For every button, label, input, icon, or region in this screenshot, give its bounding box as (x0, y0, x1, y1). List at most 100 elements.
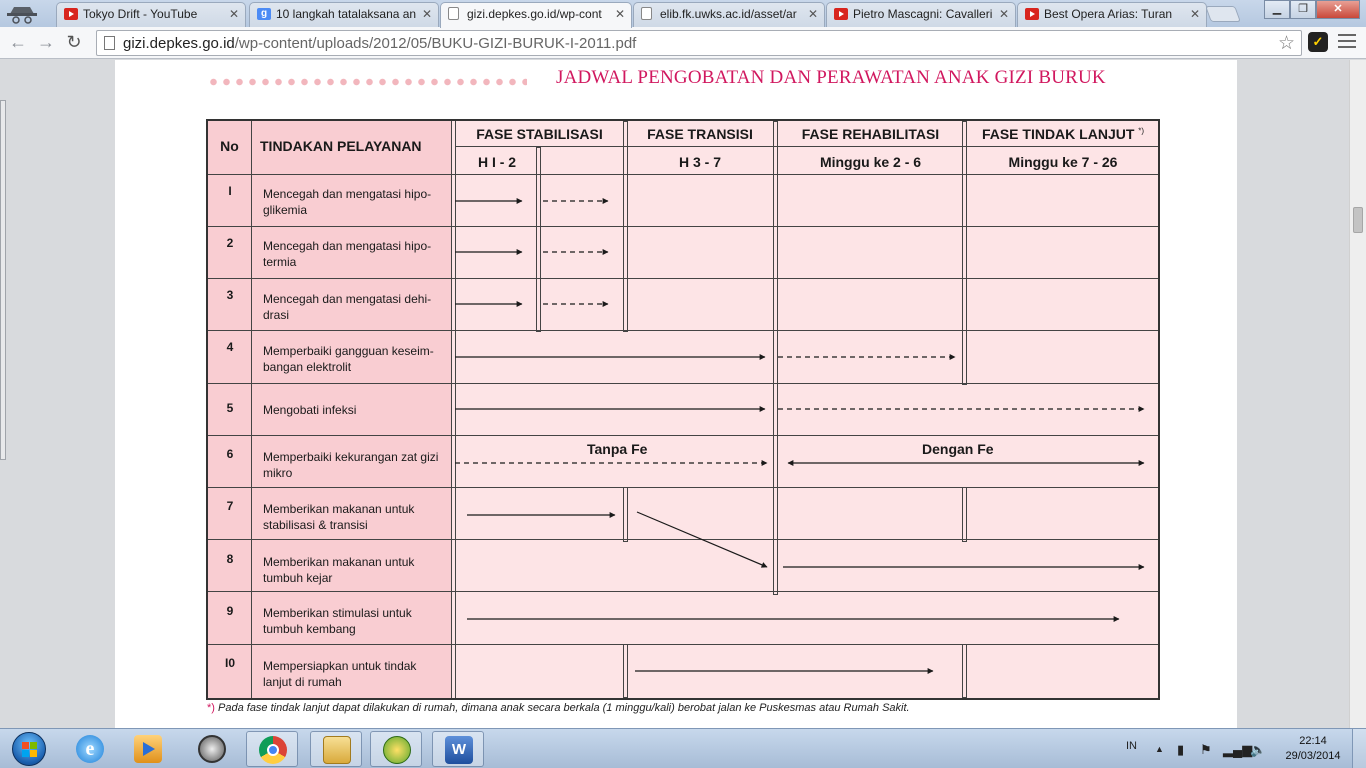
action-line: Mencegah dan mengatasi hipo- (263, 239, 432, 253)
restore-button[interactable]: ❐ (1290, 0, 1316, 19)
row-number: 7 (226, 499, 234, 513)
grid-line (455, 146, 1158, 147)
action-line: Memberikan stimulasi untuk (263, 606, 412, 620)
usb-device-icon[interactable]: ▮ (1177, 742, 1184, 758)
row-action: Memberikan makanan untuk tumbuh kejar (263, 554, 449, 586)
table-footnote: *) Pada fase tindak lanjut dapat dilakuk… (207, 702, 910, 714)
action-line: Mengobati infeksi (263, 403, 357, 417)
url-text[interactable]: gizi.depkes.go.id/wp-content/uploads/201… (123, 35, 636, 52)
period-rehabilitasi: Minggu ke 2 - 6 (819, 154, 922, 170)
extension-icon[interactable]: ✓ (1308, 32, 1328, 52)
tab-best-opera-arias[interactable]: Best Opera Arias: Turan ✕ (1017, 2, 1207, 27)
forward-arrow-icon[interactable]: → (34, 31, 58, 55)
vertical-scrollbar[interactable] (1349, 60, 1366, 728)
row-action: Mencegah dan mengatasi hipo-glikemia (263, 186, 449, 218)
taskbar-internet-explorer[interactable]: e (64, 731, 116, 767)
volume-icon[interactable]: 🔈 (1250, 742, 1266, 758)
minimize-button[interactable]: ▁ (1264, 0, 1290, 19)
viewer-side-edge (0, 100, 6, 460)
show-hidden-icons-icon[interactable]: ▲ (1155, 744, 1164, 754)
tab-label: 10 langkah tatalaksana an (276, 7, 417, 21)
taskbar-network-app[interactable] (370, 731, 422, 767)
show-desktop-button[interactable] (1352, 729, 1366, 768)
address-bar[interactable]: gizi.depkes.go.id/wp-content/uploads/201… (96, 30, 1302, 56)
system-clock[interactable]: 22:14 29/03/2014 (1283, 734, 1343, 764)
period-tindak-lanjut: Minggu ke 7 - 26 (1008, 154, 1118, 170)
row-action: Memperbaiki gangguan keseim-bangan elekt… (263, 343, 449, 375)
clock-time: 22:14 (1299, 735, 1327, 747)
pdf-page: JADWAL PENGOBATAN DAN PERAWATAN ANAK GIZ… (115, 60, 1237, 728)
tab-youtube-tokyo-drift[interactable]: Tokyo Drift - YouTube ✕ (56, 2, 246, 27)
taskbar-chrome[interactable] (246, 731, 298, 767)
phase-name: FASE TINDAK LANJUT (981, 126, 1135, 142)
action-line: termia (263, 255, 297, 269)
youtube-icon (64, 8, 78, 20)
tab-label: gizi.depkes.go.id/wp-cont (467, 7, 602, 21)
start-button[interactable] (4, 730, 54, 768)
scrollbar-thumb[interactable] (1353, 207, 1363, 233)
taskbar-media-player[interactable] (122, 731, 174, 767)
row-action: Memperbaiki kekurangan zat gizi mikro (263, 449, 449, 481)
google-icon: g (257, 8, 271, 20)
grid-line (208, 278, 1158, 279)
action-line: lanjut di rumah (263, 675, 342, 689)
grid-line (451, 121, 452, 698)
internet-explorer-icon: e (76, 735, 104, 763)
youtube-icon (1025, 8, 1039, 20)
grid-line (251, 121, 252, 698)
clock-date: 29/03/2014 (1285, 750, 1341, 762)
grid-line (208, 174, 1158, 175)
grid-line (455, 121, 456, 698)
taskbar-file-explorer[interactable] (310, 731, 362, 767)
action-line: drasi (263, 308, 290, 322)
close-tab-icon[interactable]: ✕ (1190, 3, 1200, 25)
grid-line (208, 330, 1158, 331)
url-path: /wp-content/uploads/2012/05/BUKU-GIZI-BU… (234, 35, 637, 52)
row-action: Mencegah dan mengatasi hipo-termia (263, 238, 449, 270)
language-indicator[interactable]: IN (1126, 740, 1137, 752)
tab-10-langkah[interactable]: g 10 langkah tatalaksana an ✕ (249, 2, 439, 27)
footnote-text: Pada fase tindak lanjut dapat dilakukan … (218, 702, 910, 714)
incognito-icon (7, 7, 37, 24)
taskbar-word[interactable]: W (432, 731, 484, 767)
windows-taskbar: e W IN ▲ ▮ ⚑ ▂▄▆ 🔈 22:14 29/03/2014 (0, 728, 1366, 768)
row-number: 4 (226, 340, 234, 354)
network-signal-icon[interactable]: ▂▄▆ (1223, 742, 1252, 758)
action-center-flag-icon[interactable]: ⚑ (1200, 742, 1212, 758)
label-tanpa-fe: Tanpa Fe (587, 441, 648, 457)
tab-label: Best Opera Arias: Turan (1044, 7, 1173, 21)
close-tab-icon[interactable]: ✕ (229, 3, 239, 25)
bookmark-star-icon[interactable]: ☆ (1278, 32, 1295, 55)
close-tab-icon[interactable]: ✕ (999, 3, 1009, 25)
phase-separator (962, 121, 967, 385)
phase-header-stabilisasi: FASE STABILISASI (476, 126, 603, 142)
row-number: 5 (226, 401, 234, 415)
tab-elib-uwks[interactable]: elib.fk.uwks.ac.id/asset/ar ✕ (633, 2, 825, 27)
close-tab-icon[interactable]: ✕ (615, 3, 625, 25)
back-arrow-icon[interactable]: ← (6, 31, 30, 55)
action-line: Memberikan makanan untuk (263, 555, 415, 569)
period-stabilisasi: H I - 2 (477, 154, 517, 170)
tab-gizi-depkes[interactable]: gizi.depkes.go.id/wp-cont ✕ (440, 2, 632, 28)
close-tab-icon[interactable]: ✕ (422, 3, 432, 25)
reload-icon[interactable]: ↻ (62, 31, 86, 55)
action-line: stabilisasi & transisi (263, 518, 368, 532)
close-window-button[interactable]: ✕ (1316, 0, 1360, 19)
label-dengan-fe: Dengan Fe (922, 441, 994, 457)
chrome-menu-icon[interactable] (1338, 34, 1356, 50)
row-action: Memberikan stimulasi untuk tumbuh kembang (263, 605, 449, 637)
grid-line (208, 487, 1158, 488)
taskbar-clock-app[interactable] (186, 731, 238, 767)
browser-toolbar: ← → ↻ gizi.depkes.go.id/wp-content/uploa… (0, 27, 1366, 59)
new-tab-button[interactable] (1205, 6, 1241, 22)
grid-line (208, 591, 1158, 592)
row-number: I0 (224, 656, 235, 670)
footnote-marker: *) (207, 702, 215, 714)
row-number: 8 (226, 552, 234, 566)
row-action: Memberikan makanan untuk stabilisasi & tr… (263, 501, 449, 533)
page-icon (448, 7, 459, 20)
youtube-icon (834, 8, 848, 20)
close-tab-icon[interactable]: ✕ (808, 3, 818, 25)
tab-pietro-mascagni[interactable]: Pietro Mascagni: Cavalleri ✕ (826, 2, 1016, 27)
row-action: Mengobati infeksi (263, 402, 449, 418)
